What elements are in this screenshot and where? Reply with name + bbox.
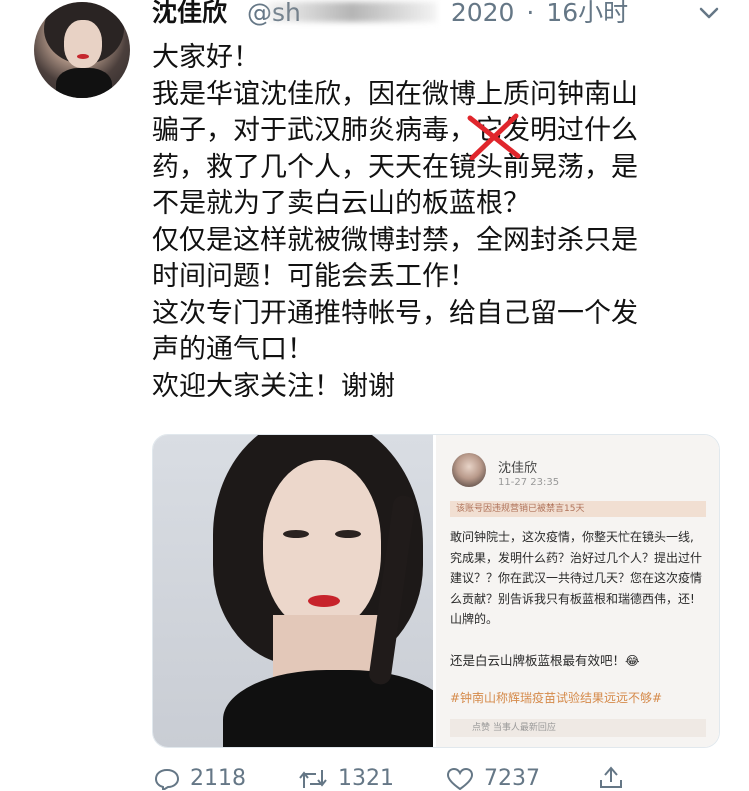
reply-icon (154, 768, 180, 790)
weibo-author-name: 沈佳欣 (498, 461, 538, 476)
weibo-body-line: 么贡献？别告诉我只有板蓝根和瑞德西伟，还! (450, 591, 695, 606)
weibo-body-line: 建议？？你在武汉一共待过几天？您在这次疫情 (450, 571, 703, 585)
tweet-line: 这次专门开通推特帐号，给自己留一个发 (152, 297, 638, 329)
tweet-line: 欢迎大家关注！谢谢 (152, 370, 395, 402)
reply-count: 2118 (190, 766, 246, 791)
weibo-post-date: 11-27 23:35 (498, 477, 560, 488)
share-icon (600, 766, 622, 788)
weibo-body-line: 山牌的。 (450, 612, 499, 626)
tweet-media[interactable]: 沈佳欣 11-27 23:35 该账号因违规营销已被禁言15天 敢问钟院士，这次… (152, 434, 720, 748)
avatar-neck (56, 68, 112, 98)
author-name[interactable]: 沈佳欣 (152, 0, 227, 27)
tweet-line: 仅仅是这样就被微博封禁，全网封杀只是 (152, 224, 638, 256)
portrait-photo[interactable] (153, 435, 433, 747)
tweet-line: 骗子，对于武汉肺炎病毒，它发明过什么 (152, 115, 638, 146)
retweet-count: 1321 (338, 766, 394, 791)
weibo-post-body: 敢问钟院士，这次疫情，你整天忙在镜头一线, 究成果，发明什么药？治好过几个人？提… (450, 527, 718, 630)
tweet-actions: 2118 1321 7237 (152, 766, 712, 791)
weibo-avatar (452, 453, 486, 487)
weibo-quote-line: 还是白云山牌板蓝根最有效吧！😂 (450, 653, 640, 668)
tweet-header: 沈佳欣 @sh2020 · 16小时 (152, 0, 722, 28)
tweet-text: 大家好！ 我是华谊沈佳欣，因在微博上质问钟南山 骗子，对于武汉肺炎病毒，它发明过… (152, 40, 712, 405)
like-count: 7237 (484, 766, 540, 791)
weibo-ban-notice: 该账号因违规营销已被禁言15天 (450, 501, 706, 517)
tweet-line: 声的通气口！ (152, 334, 314, 365)
tweet-line: 大家好！ (152, 42, 260, 73)
photo-black-top (223, 670, 433, 747)
reply-button[interactable]: 2118 (154, 766, 246, 791)
retweet-button[interactable]: 1321 (298, 766, 394, 791)
retweet-icon (299, 769, 327, 788)
heart-icon (446, 767, 474, 790)
like-button[interactable]: 7237 (446, 766, 540, 791)
author-handle[interactable]: @sh2020 (247, 0, 515, 27)
tweet-line: 时间问题！可能会丢工作！ (152, 261, 476, 292)
photo-eye (283, 530, 309, 538)
avatar-face (64, 20, 102, 68)
chevron-down-icon[interactable] (696, 2, 722, 24)
weibo-body-line: 敢问钟院士，这次疫情，你整天忙在镜头一线, (450, 530, 694, 544)
weibo-footer: 点赞 当事人最新回应 (450, 719, 706, 737)
weibo-screenshot[interactable]: 沈佳欣 11-27 23:35 该账号因违规营销已被禁言15天 敢问钟院士，这次… (436, 435, 719, 747)
weibo-hashtag: #钟南山称辉瑞疫苗试验结果远远不够# (450, 691, 663, 705)
header-separator: · (526, 0, 535, 27)
share-button[interactable] (598, 766, 634, 788)
handle-tail: 2020 (450, 0, 515, 27)
photo-lips (308, 595, 340, 607)
author-avatar[interactable] (34, 2, 130, 98)
tweet-line: 不是就为了卖白云山的板蓝根？ (152, 188, 530, 219)
handle-blur (266, 2, 437, 22)
avatar-lips (77, 54, 89, 59)
tweet-line: 药，救了几个人，天天在镜头前晃荡，是 (152, 151, 638, 183)
tweet-line: 我是华谊沈佳欣，因在微博上质问钟南山 (152, 78, 638, 110)
weibo-body-line: 究成果，发明什么药？治好过几个人？提出过什 (450, 550, 703, 565)
tweet-timestamp[interactable]: 16小时 (546, 0, 628, 27)
photo-eye (335, 530, 361, 538)
